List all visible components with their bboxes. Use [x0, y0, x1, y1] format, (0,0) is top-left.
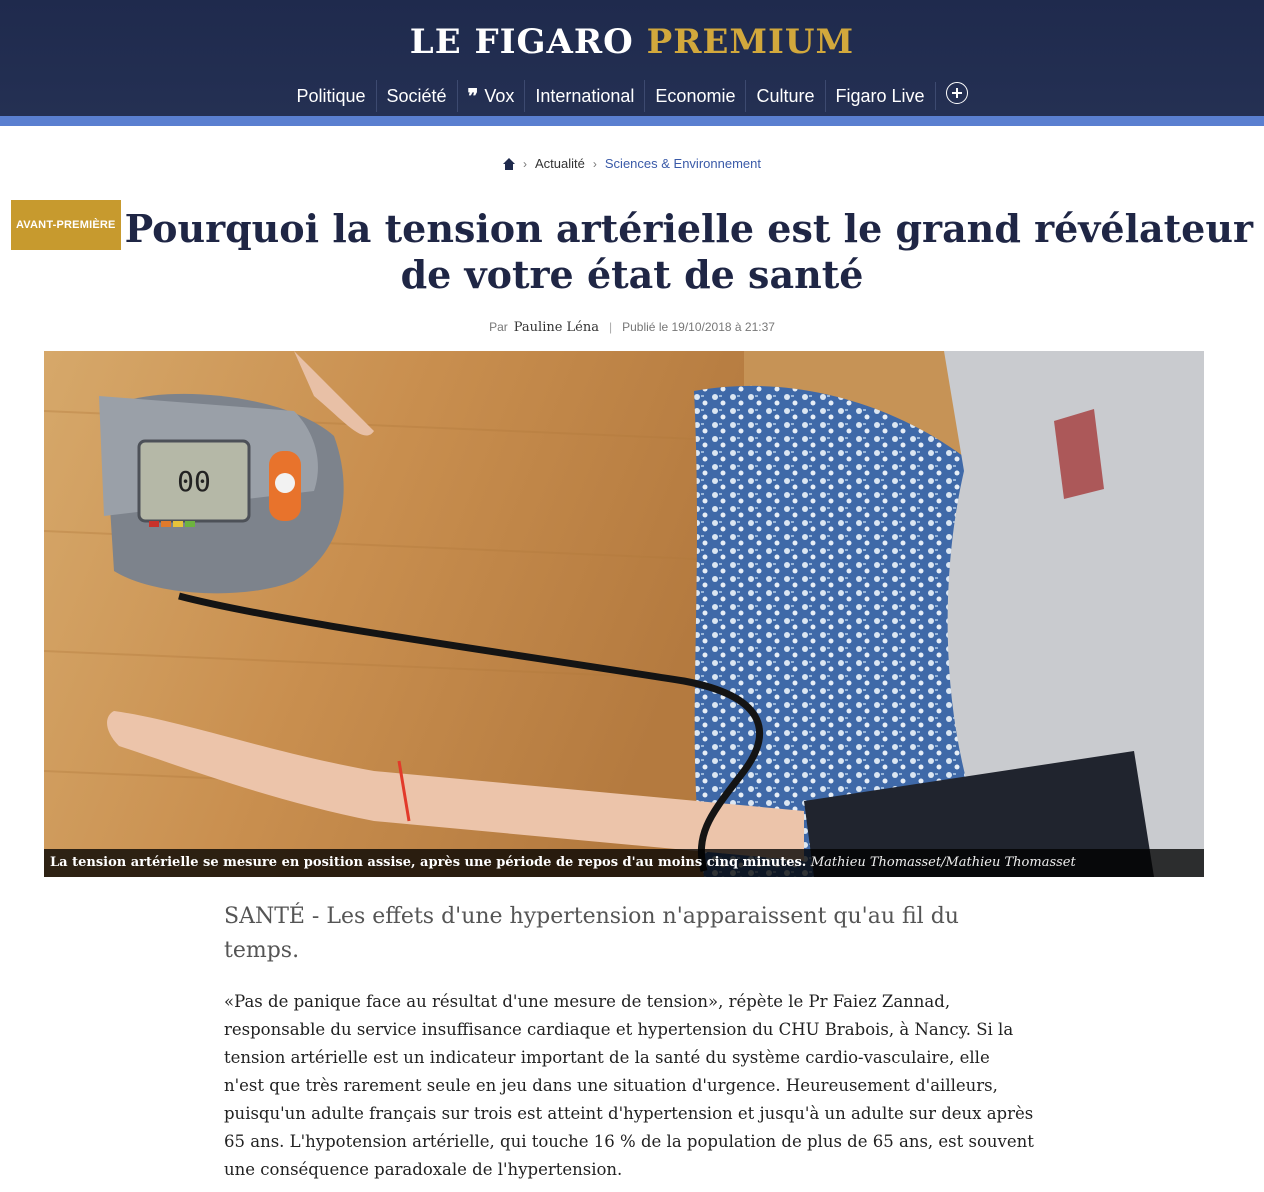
caption-text: La tension artérielle se mesure en posit…	[50, 855, 807, 870]
caption-credit: Mathieu Thomasset/Mathieu Thomasset	[810, 855, 1076, 870]
publish-date: Publié le 19/10/2018 à 21:37	[622, 320, 775, 334]
nav-label: Vox	[484, 86, 515, 106]
article-lead: SANTÉ - Les effets d'une hypertension n'…	[224, 904, 959, 963]
nav-item-culture[interactable]: Culture	[745, 80, 824, 112]
logo-premium: PREMIUM	[646, 22, 855, 62]
chevron-right-icon: ›	[523, 156, 528, 171]
nav-item-politique[interactable]: Politique	[286, 80, 375, 112]
nav-label: Société	[386, 86, 447, 106]
quote-icon: ❞	[467, 84, 479, 108]
nav-more-button[interactable]	[934, 82, 978, 110]
nav-item-economie[interactable]: Economie	[644, 80, 745, 112]
breadcrumb-sciences[interactable]: Sciences & Environnement	[605, 156, 761, 171]
nav-item-figaro-live[interactable]: Figaro Live	[824, 80, 935, 112]
logo-main: LE FIGARO	[409, 22, 634, 62]
main-nav: Politique Société ❞ Vox International Ec…	[0, 80, 1264, 112]
site-header: LE FIGARO PREMIUM Politique Société ❞ Vo…	[0, 0, 1264, 116]
hero-image: 00 La tension artérielle se mesure en po…	[44, 351, 1204, 877]
nav-label: Figaro Live	[835, 86, 925, 106]
nav-label: Culture	[756, 86, 815, 106]
byline-divider: |	[609, 320, 613, 334]
image-caption: La tension artérielle se mesure en posit…	[44, 849, 1204, 877]
byline: Par Pauline Léna | Publié le 19/10/2018 …	[0, 320, 1264, 335]
avant-premiere-badge: AVANT-PREMIÈRE	[10, 200, 121, 250]
by-prefix: Par	[489, 320, 508, 334]
article-title: AVANT-PREMIÈRE Pourquoi la tension artéri…	[0, 200, 1264, 298]
plus-circle-icon	[945, 82, 968, 104]
article-paragraph: «Pas de panique face au résultat d'une m…	[224, 992, 1034, 1179]
nav-label: Economie	[655, 86, 736, 106]
svg-text:00: 00	[177, 465, 211, 498]
breadcrumb-actualite[interactable]: Actualité	[535, 156, 585, 171]
blood-pressure-photo: 00	[44, 351, 1204, 877]
article-header: AVANT-PREMIÈRE Pourquoi la tension artéri…	[0, 200, 1264, 298]
nav-item-vox[interactable]: ❞ Vox	[456, 80, 525, 112]
chevron-right-icon: ›	[592, 156, 597, 171]
home-icon[interactable]	[503, 157, 516, 170]
article-body: SANTÉ - Les effets d'une hypertension n'…	[224, 900, 1034, 1184]
nav-label: Politique	[296, 86, 366, 106]
article-title-text: Pourquoi la tension artérielle est le gr…	[124, 206, 1254, 297]
author-link[interactable]: Pauline Léna	[514, 320, 599, 335]
nav-item-international[interactable]: International	[524, 80, 644, 112]
breadcrumb: › Actualité › Sciences & Environnement	[0, 156, 1264, 171]
nav-item-societe[interactable]: Société	[375, 80, 457, 112]
nav-label: International	[535, 86, 635, 106]
site-logo[interactable]: LE FIGARO PREMIUM	[0, 22, 1264, 62]
header-accent-strip	[0, 116, 1264, 126]
